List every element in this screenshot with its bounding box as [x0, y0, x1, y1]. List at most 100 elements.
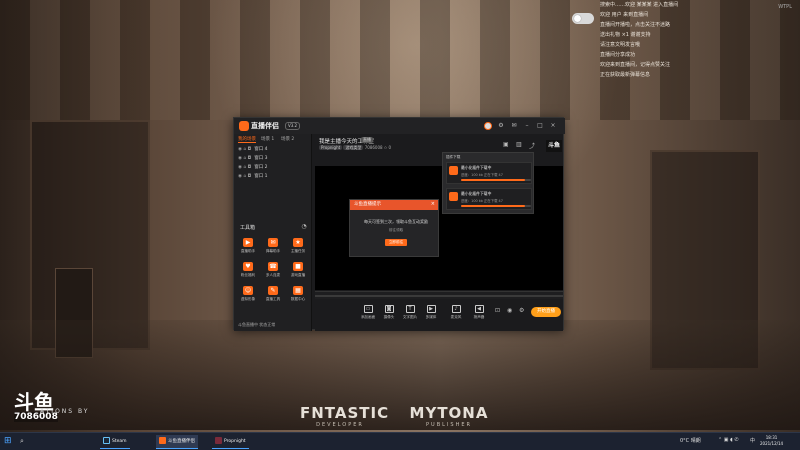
- input-language[interactable]: 中: [750, 437, 755, 444]
- go-live-button[interactable]: 开始直播: [531, 307, 561, 317]
- tool-item[interactable]: ☺ 虚拟形象: [237, 286, 259, 308]
- gift-icon[interactable]: ▣: [503, 141, 509, 148]
- tab-scene-1[interactable]: 场景 1: [261, 136, 274, 142]
- start-icon[interactable]: ⊞: [4, 437, 13, 446]
- developer-logo: FNTASTIC DEVELOPER: [300, 404, 388, 428]
- bottom-settings-icon[interactable]: ⚙: [519, 307, 524, 314]
- tool-item[interactable]: ★ 主播任务: [287, 238, 309, 260]
- tool-icon: ✎: [268, 286, 278, 295]
- eye-preview-icon[interactable]: ◉: [507, 307, 512, 314]
- clock-date: 2021/12/14: [760, 441, 784, 446]
- tool-icon: ▶: [243, 238, 253, 247]
- tab-my-scenes[interactable]: 我的场景: [238, 136, 256, 143]
- tool-item[interactable]: ▦ 数据中心: [287, 286, 309, 308]
- ceiling-lights: [0, 0, 800, 120]
- eye-icon[interactable]: ◉ ⌂ ◘: [238, 147, 251, 152]
- scene-item[interactable]: ◉ ⌂ ◘ 窗口 1: [238, 173, 308, 181]
- tool-icon: ♥: [243, 262, 253, 271]
- game-icon: [215, 437, 222, 444]
- download-panel-header: 插件下载: [446, 155, 461, 159]
- left-panel: 我的场景 场景 1 场景 2 ◉ ⌂ ◘ 窗口 4 ◉ ⌂ ◘ 窗口 3 ◉ ⌂ ◘…: [234, 134, 312, 331]
- room-meta: Propnight 游戏类型 7086008 ✩ 0: [319, 145, 391, 151]
- app-name: 直播伴侣: [251, 122, 279, 130]
- timeline-strip[interactable]: [315, 291, 563, 299]
- eye-icon[interactable]: ◉ ⌂ ◘: [238, 165, 251, 170]
- category-chip[interactable]: 游戏类型: [343, 145, 364, 150]
- text-image-button[interactable]: T 文字图片: [399, 305, 421, 320]
- notification-line: 直播间开播啦，点击关注不迷路: [600, 22, 671, 28]
- publisher-logo: MYTONA PUBLISHER: [404, 404, 494, 428]
- speaker-icon: ◀: [474, 305, 484, 313]
- maximize-icon[interactable]: □: [536, 122, 544, 130]
- developer-caption: DEVELOPER: [316, 422, 364, 428]
- eye-icon[interactable]: ◉ ⌂ ◘: [238, 174, 251, 179]
- download-progress-fill: [461, 179, 526, 181]
- microphone-icon: ♪: [451, 305, 461, 313]
- tool-icon: ✉: [268, 238, 278, 247]
- signin-dialog: 斗鱼直播提示 × 每天可签到三次，领取斗鱼互动奖励 前往领取 立即前往: [349, 199, 439, 257]
- download-progress-track: [461, 179, 531, 181]
- camera-button[interactable]: ◙ 摄像头: [378, 305, 400, 320]
- tab-scene-2[interactable]: 场景 2: [281, 136, 294, 142]
- download-progress-track: [461, 205, 531, 207]
- dialog-confirm-button[interactable]: 立即前往: [385, 239, 407, 246]
- tool-item[interactable]: ✎ 直播工具: [262, 286, 284, 308]
- room-meta-rest: 7086008 ✩ 0: [364, 145, 392, 150]
- status-text: 斗鱼直播中 状态正常: [238, 322, 276, 327]
- share-icon[interactable]: ⤴: [529, 141, 535, 150]
- media-icon: ▶: [426, 305, 436, 313]
- tool-icon: ■: [293, 262, 303, 271]
- watermark-text: WTPL: [778, 4, 792, 10]
- tool-item[interactable]: ♥ 粉丝福利: [237, 262, 259, 284]
- microphone-button[interactable]: ♪ 麦克风: [445, 305, 467, 320]
- download-item[interactable]: 最小化插件下载中 进度：100 kb 正在下载 47: [446, 162, 532, 184]
- game-chip[interactable]: Propnight: [319, 145, 343, 150]
- eye-icon[interactable]: ◉ ⌂ ◘: [238, 156, 251, 161]
- notification-line: 直播间分享成功: [600, 52, 636, 58]
- feedback-icon[interactable]: ✉: [510, 122, 518, 130]
- task-streaming-app[interactable]: 斗鱼直播伴侣: [156, 435, 198, 449]
- tool-item[interactable]: ✉ 弹幕助手: [262, 238, 284, 260]
- toolbox-settings-icon[interactable]: ◔: [300, 223, 308, 231]
- corridor-floor: [0, 320, 800, 430]
- camera-icon: ◙: [384, 305, 394, 313]
- app-titlebar: 直播伴侣 V3.2 ⚙ ✉ – □ ×: [234, 118, 565, 134]
- windows-taskbar: ⊞ ⌕ Steam 斗鱼直播伴侣 Propnight 0°C 晴朗 ⌃ ▣ ◖ …: [0, 432, 800, 450]
- download-item[interactable]: 最小化插件下载中 进度：100 kb 正在下载 47: [446, 188, 532, 210]
- clock[interactable]: 18:31 2021/12/14: [760, 435, 783, 447]
- add-source-button[interactable]: ▭ 添加画面: [357, 305, 379, 320]
- tool-item[interactable]: ■ 游戏直播: [287, 262, 309, 284]
- chart-icon[interactable]: ▥: [516, 141, 522, 148]
- notification-line: 请注意文明发言哦: [600, 42, 641, 48]
- media-button[interactable]: ▶ 多媒体: [420, 305, 442, 320]
- tray-icons[interactable]: ⌃ ▣ ◖ ✆: [718, 437, 739, 443]
- search-icon[interactable]: ⌕: [20, 437, 24, 446]
- dialog-subtext[interactable]: 前往领取: [354, 228, 438, 233]
- scene-item[interactable]: ◉ ⌂ ◘ 窗口 3: [238, 155, 308, 163]
- user-avatar[interactable]: [484, 122, 492, 130]
- steam-icon: [103, 437, 110, 444]
- tool-item[interactable]: ▶ 直播助手: [237, 238, 259, 260]
- minimize-icon[interactable]: –: [523, 122, 531, 130]
- close-icon[interactable]: ×: [549, 122, 557, 130]
- plugin-download-panel: 插件下载 最小化插件下载中 进度：100 kb 正在下载 47 最小化插件下载中…: [442, 152, 534, 214]
- dialog-title: 斗鱼直播提示: [350, 200, 438, 210]
- notification-line: 欢迎来到直播间，记得点赞关注: [600, 62, 671, 68]
- scene-item[interactable]: ◉ ⌂ ◘ 窗口 2: [238, 164, 308, 172]
- toolbox-title: 工具箱: [240, 225, 256, 231]
- speaker-button[interactable]: ◀ 扬声器: [468, 305, 490, 320]
- text-icon: T: [405, 305, 415, 313]
- download-progress-text: 进度：100 kb 正在下载 47: [461, 173, 503, 177]
- tool-item[interactable]: ☎ 多人连麦: [262, 262, 284, 284]
- weather-text[interactable]: 0°C 晴朗: [680, 437, 701, 444]
- dialog-close-icon[interactable]: ×: [431, 201, 435, 207]
- record-icon[interactable]: ⊡: [495, 307, 500, 314]
- task-steam[interactable]: Steam: [100, 435, 130, 449]
- download-name: 最小化插件下载中: [461, 165, 492, 170]
- task-propnight[interactable]: Propnight: [212, 435, 249, 449]
- notification-toggle[interactable]: [572, 13, 594, 24]
- scene-item[interactable]: ◉ ⌂ ◘ 窗口 4: [238, 146, 308, 154]
- douyu-watermark: 斗鱼 7086008 ATIONS BY: [14, 392, 87, 422]
- tool-icon: ☎: [268, 262, 278, 271]
- settings-icon[interactable]: ⚙: [497, 122, 505, 130]
